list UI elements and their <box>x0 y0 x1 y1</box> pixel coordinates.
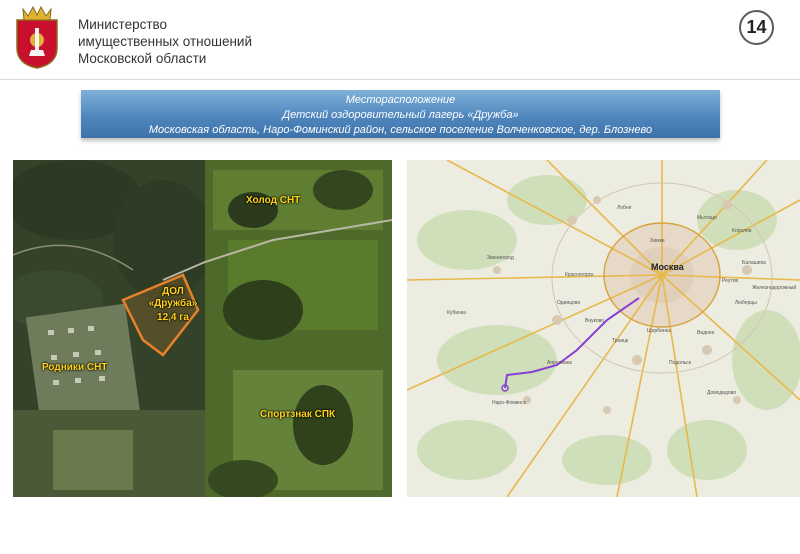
holod-snt-label: Холод СНТ <box>246 195 301 206</box>
place-label: Кубинка <box>447 310 466 316</box>
banner-address: Московская область, Наро-Фоминский район… <box>148 124 653 136</box>
org-line-3: Московской области <box>78 51 207 66</box>
sportznak-spk-label: Спортзнак СПК <box>260 409 336 420</box>
place-label: Железнодорожный <box>752 285 797 291</box>
header-divider <box>0 79 800 80</box>
camp-label-line-2: «Дружба» <box>148 298 198 309</box>
place-label: Апрелевка <box>547 360 572 366</box>
place-label: Королёв <box>732 228 752 234</box>
place-label: Щербинка <box>647 328 671 334</box>
place-label: Балашиха <box>742 260 766 266</box>
camp-area-label: 12,4 га <box>157 312 189 323</box>
place-label: Реутов <box>722 278 739 284</box>
banner-title: Месторасположение <box>345 94 456 106</box>
coat-of-arms-icon <box>16 5 58 69</box>
place-label: Домодедово <box>707 390 736 396</box>
overview-map: Москва Химки Красногорск Одинцово Подоль… <box>407 160 800 497</box>
place-label: Троицк <box>612 338 629 344</box>
place-label: Внуково <box>585 318 605 324</box>
place-label: Подольск <box>669 360 692 366</box>
rodniki-snt-label: Родники СНТ <box>42 362 108 373</box>
place-label: Одинцово <box>557 300 581 306</box>
satellite-image-drawing <box>13 160 392 497</box>
page-number-badge: 14 <box>739 10 774 45</box>
moscow-label: Москва <box>651 262 684 272</box>
place-label: Мытищи <box>697 215 717 221</box>
organization-name: Министерство имущественных отношений Мос… <box>78 16 252 67</box>
camp-label-line-1: ДОЛ <box>162 286 184 297</box>
overview-map-drawing <box>407 160 800 497</box>
place-label: Наро-Фоминск <box>492 400 526 406</box>
camp-label: ДОЛ «Дружба» 12,4 га <box>140 286 206 324</box>
place-label: Люберцы <box>735 300 757 306</box>
place-label: Красногорск <box>565 272 594 278</box>
org-line-1: Министерство <box>78 17 168 32</box>
org-line-2: имущественных отношений <box>78 34 252 49</box>
location-banner: Месторасположение Детский оздоровительны… <box>81 90 720 138</box>
place-label: Химки <box>650 238 665 244</box>
satellite-image: Холод СНТ ДОЛ «Дружба» 12,4 га Родники С… <box>13 160 392 497</box>
place-label: Звенигород <box>487 255 514 261</box>
place-label: Лобня <box>617 205 632 211</box>
banner-facility: Детский оздоровительный лагерь «Дружба» <box>282 109 519 121</box>
place-label: Видное <box>697 330 715 336</box>
